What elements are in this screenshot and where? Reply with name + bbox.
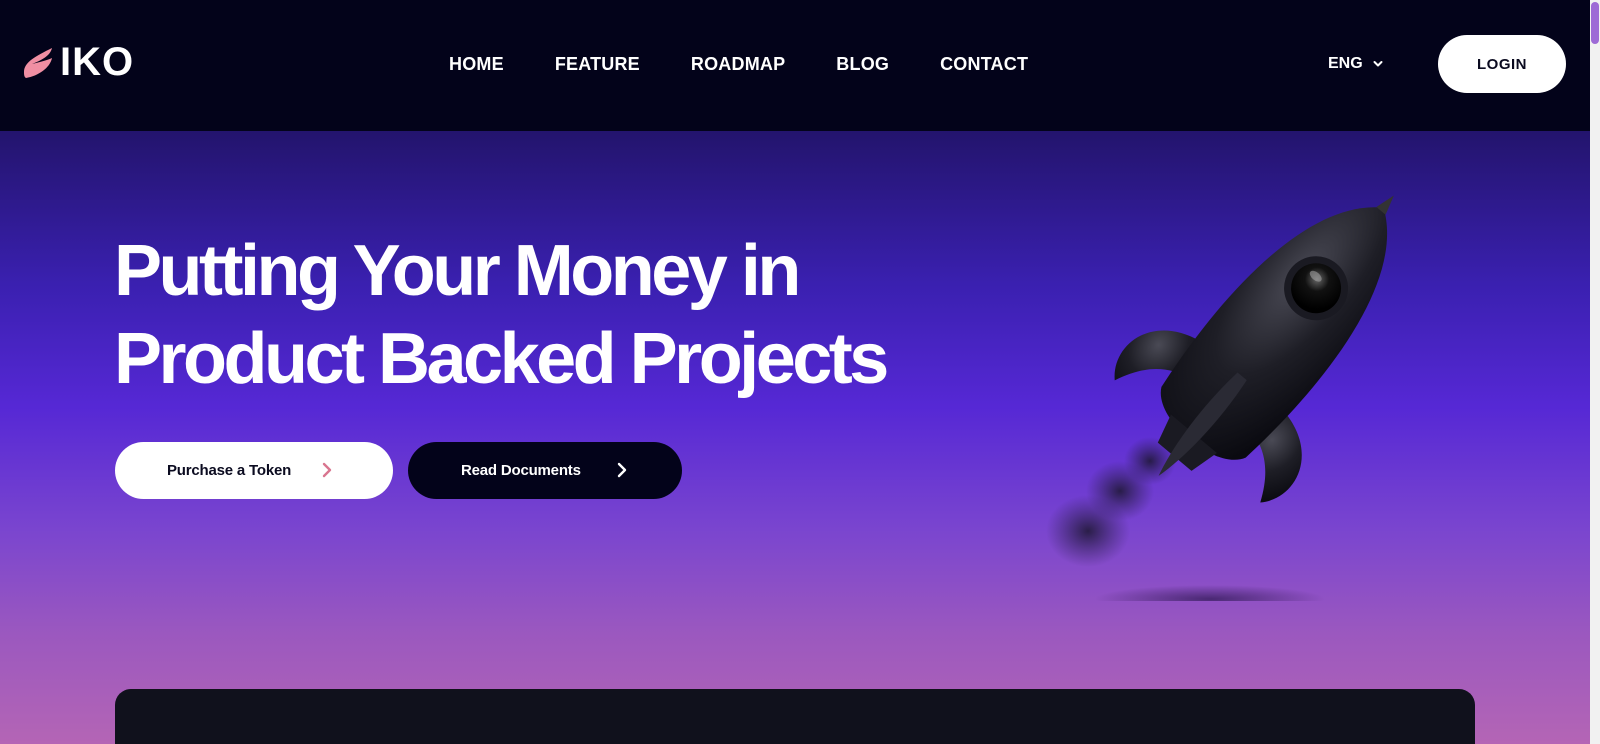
- read-documents-button[interactable]: Read Documents: [408, 442, 682, 499]
- logo-flame-icon: [24, 48, 52, 78]
- scrollbar[interactable]: [1590, 0, 1600, 744]
- chevron-down-icon: [1373, 61, 1383, 67]
- hero-title-line-2: Product Backed Projects: [114, 319, 889, 399]
- nav-item-roadmap[interactable]: ROADMAP: [691, 50, 785, 78]
- scrollbar-thumb[interactable]: [1591, 2, 1599, 44]
- nav-item-contact[interactable]: CONTACT: [940, 50, 1028, 78]
- rocket-illustration: [1046, 195, 1394, 601]
- hero-section: Putting Your Money in Product Backed Pro…: [0, 131, 1590, 744]
- purchase-token-label: Purchase a Token: [167, 462, 292, 479]
- logo-text: IKO: [60, 40, 135, 84]
- site-header: IKO HOME FEATURE ROADMAP BLOG CONTACT EN…: [0, 0, 1590, 131]
- hero-title: Putting Your Money in Product Backed Pro…: [114, 227, 934, 403]
- bottom-panel: [115, 689, 1475, 744]
- hero-title-line-1: Putting Your Money in: [114, 231, 801, 311]
- logo[interactable]: IKO: [22, 40, 142, 84]
- page: IKO HOME FEATURE ROADMAP BLOG CONTACT EN…: [0, 0, 1600, 744]
- nav-item-home[interactable]: HOME: [449, 50, 504, 78]
- read-documents-label: Read Documents: [461, 462, 581, 479]
- chevron-right-icon: [617, 462, 627, 478]
- language-selector[interactable]: ENG: [1328, 50, 1383, 78]
- purchase-token-button[interactable]: Purchase a Token: [115, 442, 393, 499]
- login-button[interactable]: LOGIN: [1438, 35, 1566, 93]
- main-nav: HOME FEATURE ROADMAP BLOG CONTACT: [449, 50, 1028, 78]
- nav-item-feature[interactable]: FEATURE: [555, 50, 640, 78]
- nav-item-blog[interactable]: BLOG: [836, 50, 889, 78]
- language-label: ENG: [1328, 55, 1363, 72]
- chevron-right-icon: [322, 462, 332, 478]
